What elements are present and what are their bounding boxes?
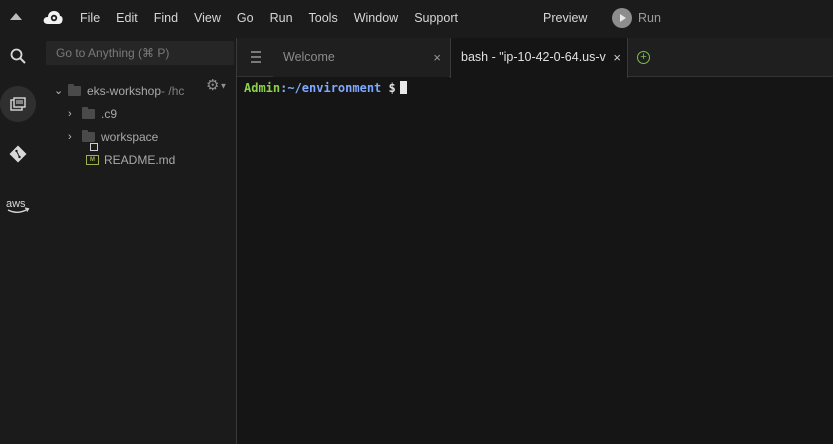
tree-item-readme[interactable]: M README.md: [82, 149, 175, 171]
menu-go[interactable]: Go: [237, 11, 254, 25]
menu-run[interactable]: Run: [270, 11, 293, 25]
menu-items: File Edit Find View Go Run Tools Window …: [80, 0, 474, 36]
tree-item-workspace[interactable]: › workspace: [68, 126, 159, 151]
menu-tools[interactable]: Tools: [309, 11, 338, 25]
menu-window[interactable]: Window: [354, 11, 398, 25]
chevron-right-icon[interactable]: ›: [68, 103, 78, 125]
add-tab-icon[interactable]: +: [637, 51, 650, 64]
folder-icon: [68, 84, 81, 96]
activity-bar: aws: [0, 36, 36, 444]
editor-area: Welcome × bash - "ip-10-42-0-64.us-v × +…: [236, 38, 833, 444]
close-icon[interactable]: ×: [613, 38, 621, 77]
menu-find[interactable]: Find: [154, 11, 178, 25]
tab-welcome[interactable]: Welcome ×: [273, 38, 449, 77]
aws-icon[interactable]: aws: [0, 188, 36, 224]
run-button[interactable]: Run: [612, 8, 661, 28]
file-tree-panel: Go to Anything (⌘ P) ⚙▼ ⌄ eks-workshop -…: [36, 36, 236, 444]
environment-files-icon[interactable]: [0, 86, 36, 122]
chevron-right-icon[interactable]: ›: [68, 126, 78, 148]
terminal-cursor: [399, 81, 407, 94]
menu-bar: File Edit Find View Go Run Tools Window …: [0, 0, 833, 36]
svg-text:aws: aws: [6, 198, 26, 210]
cloud9-logo-icon[interactable]: [42, 8, 64, 26]
markdown-file-icon: M: [86, 155, 99, 165]
source-control-icon[interactable]: [0, 136, 36, 172]
collapse-menu-icon[interactable]: [10, 13, 22, 20]
menu-support[interactable]: Support: [414, 11, 458, 25]
chevron-down-icon[interactable]: ⌄: [54, 80, 64, 102]
tab-bash-terminal[interactable]: bash - "ip-10-42-0-64.us-v ×: [450, 38, 628, 78]
tree-item-path: - /hc: [161, 84, 185, 98]
search-icon[interactable]: [0, 38, 36, 74]
terminal[interactable]: Admin:~/environment $: [237, 78, 833, 444]
tab-label: Welcome: [283, 50, 335, 64]
settings-gear-icon[interactable]: ⚙▼: [206, 76, 227, 94]
tree-item-label: .c9: [101, 107, 118, 121]
terminal-prompt: Admin:~/environment $: [244, 81, 407, 95]
menu-edit[interactable]: Edit: [116, 11, 138, 25]
tree-item-label: README.md: [104, 153, 176, 167]
prompt-user: Admin: [244, 81, 281, 95]
menu-view[interactable]: View: [194, 11, 221, 25]
folder-icon: [82, 107, 95, 119]
prompt-symbol: $: [381, 81, 396, 95]
run-button-label: Run: [638, 11, 661, 25]
symlink-folder-icon: [82, 130, 98, 151]
preview-button[interactable]: Preview: [543, 0, 587, 36]
prompt-path: :~/environment: [280, 81, 382, 95]
tab-menu-icon[interactable]: [251, 51, 261, 63]
menu-file[interactable]: File: [80, 11, 100, 25]
tree-item-eks-workshop[interactable]: ⌄ eks-workshop - /hc: [54, 80, 184, 102]
go-to-anything-input[interactable]: Go to Anything (⌘ P): [46, 41, 234, 65]
close-icon[interactable]: ×: [433, 38, 441, 77]
tree-item-label: eks-workshop: [87, 84, 162, 98]
tab-label: bash - "ip-10-42-0-64.us-v: [461, 50, 606, 64]
tree-item-c9[interactable]: › .c9: [68, 103, 117, 125]
play-icon: [612, 8, 632, 28]
tab-bar: Welcome × bash - "ip-10-42-0-64.us-v × +: [237, 38, 833, 78]
tree-item-label: workspace: [101, 130, 159, 144]
